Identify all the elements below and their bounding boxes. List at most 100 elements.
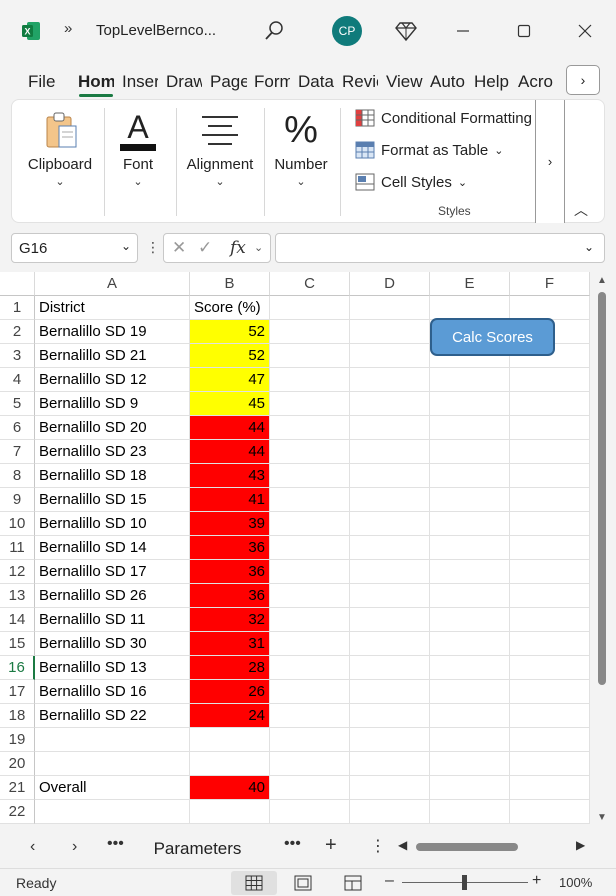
cell-b9[interactable]: 41	[190, 488, 270, 512]
cell-c10[interactable]	[270, 512, 350, 536]
cell-e18[interactable]	[430, 704, 510, 728]
cell-a3[interactable]: Bernalillo SD 21	[35, 344, 190, 368]
cell-a13[interactable]: Bernalillo SD 26	[35, 584, 190, 608]
cell-c17[interactable]	[270, 680, 350, 704]
cell-b13[interactable]: 36	[190, 584, 270, 608]
cell-d19[interactable]	[350, 728, 430, 752]
select-all-corner[interactable]	[0, 272, 35, 296]
cell-d16[interactable]	[350, 656, 430, 680]
cell-f8[interactable]	[510, 464, 590, 488]
excel-logo-icon[interactable]: X	[21, 21, 41, 41]
chevron-down-icon[interactable]: ⌄	[121, 239, 131, 253]
cell-d3[interactable]	[350, 344, 430, 368]
cell-a15[interactable]: Bernalillo SD 30	[35, 632, 190, 656]
cell-f18[interactable]	[510, 704, 590, 728]
format-as-table-button[interactable]: Format as Table ⌄	[355, 141, 504, 159]
cell-c1[interactable]	[270, 296, 350, 320]
cell-a2[interactable]: Bernalillo SD 19	[35, 320, 190, 344]
cell-f16[interactable]	[510, 656, 590, 680]
next-sheet-icon[interactable]: ›	[72, 838, 77, 856]
cell-e21[interactable]	[430, 776, 510, 800]
tab-help[interactable]: Help	[474, 72, 511, 92]
row-header-10[interactable]: 10	[0, 512, 35, 536]
tab-insert[interactable]: Inser	[122, 72, 158, 92]
cell-a7[interactable]: Bernalillo SD 23	[35, 440, 190, 464]
insert-function-icon[interactable]: fx	[230, 238, 246, 258]
tab-file[interactable]: File	[28, 72, 55, 92]
row-header-17[interactable]: 17	[0, 680, 35, 704]
cell-a20[interactable]	[35, 752, 190, 776]
cell-c2[interactable]	[270, 320, 350, 344]
scroll-left-icon[interactable]: ◀	[398, 838, 407, 852]
font-group-button[interactable]: A Font ⌄	[110, 100, 166, 224]
cell-a1[interactable]: District	[35, 296, 190, 320]
cell-b3[interactable]: 52	[190, 344, 270, 368]
cell-b16[interactable]: 28	[190, 656, 270, 680]
cell-c18[interactable]	[270, 704, 350, 728]
cell-d21[interactable]	[350, 776, 430, 800]
cell-e1[interactable]	[430, 296, 510, 320]
cell-a19[interactable]	[35, 728, 190, 752]
avatar[interactable]: CP	[332, 16, 362, 46]
cell-a10[interactable]: Bernalillo SD 10	[35, 512, 190, 536]
row-header-6[interactable]: 6	[0, 416, 35, 440]
tabs-scroll-right-button[interactable]: ›	[566, 65, 600, 95]
tab-home[interactable]: Hom	[78, 72, 114, 92]
tab-review[interactable]: Revie	[342, 72, 378, 92]
window-title[interactable]: TopLevelBernco...	[96, 22, 216, 39]
zoom-out-icon[interactable]: –	[385, 872, 394, 890]
zoom-in-icon[interactable]: +	[532, 872, 541, 890]
more-options-icon[interactable]: ⋮	[146, 239, 160, 256]
row-header-22[interactable]: 22	[0, 800, 35, 824]
formula-input[interactable]: ⌄	[275, 233, 605, 263]
cell-a6[interactable]: Bernalillo SD 20	[35, 416, 190, 440]
row-header-2[interactable]: 2	[0, 320, 35, 344]
cell-b21[interactable]: 40	[190, 776, 270, 800]
cell-a14[interactable]: Bernalillo SD 11	[35, 608, 190, 632]
cell-f15[interactable]	[510, 632, 590, 656]
cell-e4[interactable]	[430, 368, 510, 392]
row-header-18[interactable]: 18	[0, 704, 35, 728]
cell-d6[interactable]	[350, 416, 430, 440]
cell-a18[interactable]: Bernalillo SD 22	[35, 704, 190, 728]
cell-d10[interactable]	[350, 512, 430, 536]
scroll-down-icon[interactable]: ▼	[597, 812, 607, 823]
cell-b8[interactable]: 43	[190, 464, 270, 488]
column-header-b[interactable]: B	[190, 272, 270, 296]
cell-b22[interactable]	[190, 800, 270, 824]
cell-f13[interactable]	[510, 584, 590, 608]
more-sheets-icon[interactable]: •••	[284, 835, 301, 853]
row-header-5[interactable]: 5	[0, 392, 35, 416]
cell-d2[interactable]	[350, 320, 430, 344]
cell-b15[interactable]: 31	[190, 632, 270, 656]
cell-c6[interactable]	[270, 416, 350, 440]
cell-d8[interactable]	[350, 464, 430, 488]
spreadsheet-grid[interactable]: A B C D E F 1 District Score (%) 2 Bernalillo SD 1…	[0, 272, 590, 824]
cell-f9[interactable]	[510, 488, 590, 512]
cell-e13[interactable]	[430, 584, 510, 608]
cell-b4[interactable]: 47	[190, 368, 270, 392]
zoom-slider-thumb[interactable]	[462, 875, 467, 890]
cell-e20[interactable]	[430, 752, 510, 776]
cell-f10[interactable]	[510, 512, 590, 536]
cell-f12[interactable]	[510, 560, 590, 584]
cell-a12[interactable]: Bernalillo SD 17	[35, 560, 190, 584]
cell-b14[interactable]: 32	[190, 608, 270, 632]
tab-draw[interactable]: Draw	[166, 72, 202, 92]
cell-b17[interactable]: 26	[190, 680, 270, 704]
cell-e8[interactable]	[430, 464, 510, 488]
more-options-icon[interactable]: ⋮	[370, 836, 386, 856]
sheet-tab-parameters[interactable]: Parameters	[140, 836, 255, 862]
scroll-right-icon[interactable]: ▶	[576, 838, 585, 852]
clipboard-group-button[interactable]: Clipboard ⌄	[22, 100, 98, 224]
tab-page-layout[interactable]: Page	[210, 72, 247, 92]
row-header-8[interactable]: 8	[0, 464, 35, 488]
cell-c4[interactable]	[270, 368, 350, 392]
cell-c16[interactable]	[270, 656, 350, 680]
cell-styles-button[interactable]: Cell Styles ⌄	[355, 173, 467, 191]
cell-c3[interactable]	[270, 344, 350, 368]
column-header-e[interactable]: E	[430, 272, 510, 296]
cell-e5[interactable]	[430, 392, 510, 416]
name-box[interactable]: G16 ⌄	[11, 233, 138, 263]
cell-d5[interactable]	[350, 392, 430, 416]
